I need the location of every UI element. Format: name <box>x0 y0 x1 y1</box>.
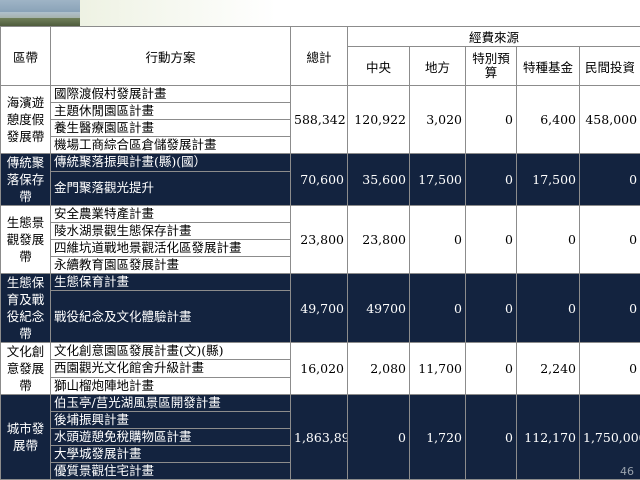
special-budget-cell: 0 <box>465 273 517 343</box>
special-budget-cell: 0 <box>465 205 517 274</box>
special-budget-cell: 0 <box>465 394 517 480</box>
table-row: 城市發展帶 伯玉亭/莒光湖風景區開發計畫 1,863,890 0 1,720 0… <box>0 394 640 480</box>
action-cell: 主題休閒園區計畫 <box>50 102 291 120</box>
action-cell: 四維坑道戰地景觀活化區發展計畫 <box>50 239 291 257</box>
special-fund-cell: 112,170 <box>516 394 580 480</box>
action-cell: 金門聚落觀光提升 <box>50 170 291 207</box>
action-cell: 後埔振興計畫 <box>50 411 291 429</box>
local-cell: 0 <box>409 205 466 274</box>
action-cell: 養生醫療園區計畫 <box>50 119 291 137</box>
central-cell: 2,080 <box>347 342 410 395</box>
central-cell: 0 <box>347 394 410 480</box>
header-private-investment: 民間投資 <box>578 46 640 86</box>
total-cell: 23,800 <box>290 205 348 274</box>
header-local: 地方 <box>409 46 466 86</box>
header-funding-source: 經費來源 <box>346 26 640 47</box>
total-cell: 70,600 <box>290 153 348 206</box>
region-cell: 生態保育及戰役紀念帶 <box>0 273 51 343</box>
local-cell: 17,500 <box>409 153 466 206</box>
action-cell: 國際渡假村發展計畫 <box>50 85 291 103</box>
header-thumbnail-image <box>0 0 80 26</box>
action-cell: 傳統聚落振興計畫(縣)(國） <box>50 153 291 172</box>
special-fund-cell: 0 <box>516 205 580 274</box>
action-cell: 安全農業特產計畫 <box>50 205 291 223</box>
table-row: 生態景觀發展帶 安全農業特產計畫 23,800 23,800 0 0 0 0 <box>0 205 640 274</box>
total-cell: 1,863,890 <box>290 394 348 480</box>
action-cell: 伯玉亭/莒光湖風景區開發計畫 <box>50 394 291 412</box>
region-cell: 傳統聚落保存帶 <box>0 153 51 206</box>
header-central: 中央 <box>347 46 410 86</box>
region-cell: 城市發展帶 <box>0 394 51 480</box>
header-region: 區帶 <box>0 26 51 86</box>
special-fund-cell: 17,500 <box>516 153 580 206</box>
special-budget-cell: 0 <box>465 342 517 395</box>
table-row: 生態保育及戰役紀念帶 生態保育計畫 49,700 49700 0 0 0 0 <box>0 272 640 343</box>
header-action: 行動方案 <box>50 26 291 86</box>
table-row: 海濱遊憩度假發展帶 國際渡假村發展計畫 588,342 120,922 3,02… <box>0 85 640 154</box>
page-number: 46 <box>620 465 634 478</box>
central-cell: 23,800 <box>347 205 410 274</box>
action-cell: 優質景觀住宅計畫 <box>50 462 291 480</box>
central-cell: 35,600 <box>347 153 410 206</box>
action-cell: 西園觀光文化館舍升級計畫 <box>50 359 291 378</box>
region-cell: 生態景觀發展帶 <box>0 205 51 274</box>
action-cell: 陵水湖景觀生態保存計畫 <box>50 222 291 240</box>
special-budget-cell: 0 <box>465 85 517 154</box>
total-cell: 588,342 <box>290 85 348 154</box>
action-cell: 機場工商綜合區倉儲發展計畫 <box>50 136 291 154</box>
special-fund-cell: 2,240 <box>516 342 580 395</box>
header-special-budget: 特別預算 <box>465 46 517 86</box>
local-cell: 0 <box>409 273 466 343</box>
local-cell: 1,720 <box>409 394 466 480</box>
action-cell: 大學城發展計畫 <box>50 445 291 463</box>
total-cell: 16,020 <box>290 342 348 395</box>
header-total: 總計 <box>290 26 348 86</box>
central-cell: 49700 <box>347 273 410 343</box>
action-cell: 文化創意園區發展計畫(文)(縣) <box>50 341 291 361</box>
action-cell: 永續教育園區發展計畫 <box>50 256 291 274</box>
private-cell: 0 <box>578 153 640 206</box>
private-cell: 0 <box>578 205 640 274</box>
region-cell: 文化創意發展帶 <box>0 342 51 395</box>
header-special-fund: 特種基金 <box>516 46 580 86</box>
total-cell: 49,700 <box>290 273 348 343</box>
private-cell: 458,000 <box>578 85 640 154</box>
special-fund-cell: 0 <box>516 273 580 343</box>
action-cell: 獅山榴炮陣地計畫 <box>50 376 291 396</box>
special-budget-cell: 0 <box>465 153 517 206</box>
action-cell: 戰役紀念及文化體驗計畫 <box>50 290 291 343</box>
funding-table: 區帶 行動方案 總計 經費來源 中央 地方 特別預算 特種基金 民間投資 海濱遊… <box>0 26 640 480</box>
region-cell: 海濱遊憩度假發展帶 <box>0 85 51 154</box>
header-banner <box>80 0 640 26</box>
private-cell: 0 <box>578 342 640 395</box>
action-cell: 生態保育計畫 <box>50 272 291 292</box>
local-cell: 3,020 <box>409 85 466 154</box>
local-cell: 11,700 <box>409 342 466 395</box>
thumbnail-sea <box>0 12 80 18</box>
action-cell: 水頭遊憩免稅購物區計畫 <box>50 428 291 446</box>
table-row: 傳統聚落保存帶 傳統聚落振興計畫(縣)(國） 70,600 35,600 17,… <box>0 153 640 206</box>
private-cell: 0 <box>578 273 640 343</box>
special-fund-cell: 6,400 <box>516 85 580 154</box>
central-cell: 120,922 <box>347 85 410 154</box>
table-row: 文化創意發展帶 文化創意園區發展計畫(文)(縣) 16,020 2,080 11… <box>0 341 640 395</box>
